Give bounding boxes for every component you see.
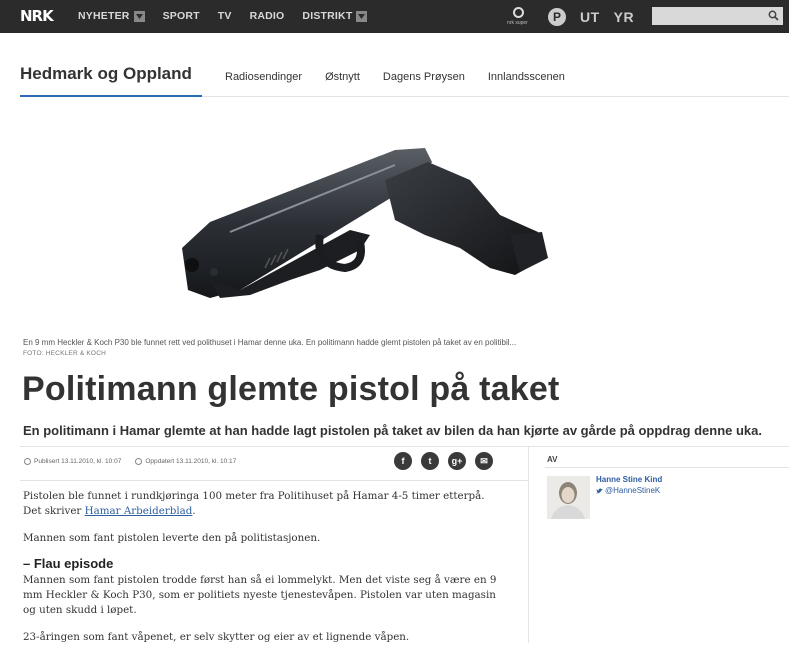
author-twitter[interactable]: @HanneStineK [596, 486, 660, 495]
section-subnav: Radiosendinger Østnytt Dagens Prøysen In… [225, 71, 588, 83]
twitter-share-icon[interactable]: t [421, 452, 439, 470]
chevron-down-icon [356, 10, 368, 22]
nav-item-radio[interactable]: RADIO [250, 10, 285, 22]
subnav-ostnytt[interactable]: Østnytt [325, 71, 360, 83]
nav-label: TV [217, 10, 232, 22]
paragraph: Pistolen ble funnet i rundkjøringa 100 m… [23, 490, 485, 517]
avatar[interactable] [547, 476, 590, 519]
nrk-logo[interactable]: NRK [20, 7, 54, 25]
super-label: nrk super [507, 20, 528, 26]
email-share-icon[interactable]: ✉ [475, 452, 493, 470]
chevron-down-icon [133, 10, 145, 22]
subheading: – Flau episode [23, 556, 114, 571]
twitter-icon [596, 488, 603, 493]
search-input[interactable] [652, 7, 783, 25]
published-date: Publisert 13.11.2010, kl. 10:07 [24, 458, 121, 465]
nav-label: NYHETER [78, 10, 130, 22]
paragraph: Mannen som fant pistolen trodde først ha… [23, 574, 497, 616]
clock-icon [24, 458, 31, 465]
divider [545, 467, 789, 468]
hamar-arbeiderblad-link[interactable]: Hamar Arbeiderblad [85, 505, 193, 517]
paragraph: Mannen som fant pistolen leverte den på … [23, 532, 321, 544]
search-icon[interactable] [768, 10, 779, 21]
subnav-innlandsscenen[interactable]: Innlandsscenen [488, 71, 565, 83]
author-handle: @HanneStineK [605, 486, 661, 495]
column-divider [528, 446, 529, 643]
divider [20, 446, 789, 447]
ut-link[interactable]: UT [580, 9, 600, 25]
section-header: Hedmark og Oppland [20, 64, 192, 84]
pistol-photo [182, 148, 548, 298]
top-navigation-bar: NRK NYHETER SPORT TV RADIO DISTRIKT nrk … [0, 0, 789, 33]
image-caption: En 9 mm Heckler & Koch P30 ble funnet re… [23, 338, 517, 347]
subnav-dagens-proysen[interactable]: Dagens Prøysen [383, 71, 465, 83]
nav-item-sport[interactable]: SPORT [163, 10, 200, 22]
divider [20, 480, 528, 481]
nav-item-distrikt[interactable]: DISTRIKT [302, 10, 368, 22]
logo-text: NRK [20, 7, 54, 25]
author-name[interactable]: Hanne Stine Kind [596, 475, 662, 484]
p3-icon[interactable]: P [548, 8, 566, 26]
yr-link[interactable]: YR [614, 9, 634, 25]
nrk-super-icon[interactable]: nrk super [507, 6, 530, 28]
nav-label: RADIO [249, 10, 285, 22]
clock-icon [135, 458, 143, 465]
updated-date: Oppdatert 13.11.2010, kl. 10:17 [135, 458, 236, 465]
main-nav: NYHETER SPORT TV RADIO DISTRIKT [78, 10, 385, 22]
nav-label: DISTRIKT [302, 10, 353, 22]
author-label: AV [547, 455, 558, 464]
article-lead: En politimann i Hamar glemte at han hadd… [23, 423, 762, 438]
share-buttons: f t g+ ✉ [394, 452, 493, 470]
image-credit: FOTO: HECKLER & KOCH [23, 350, 106, 357]
nav-label: SPORT [162, 10, 200, 22]
subnav-radiosendinger[interactable]: Radiosendinger [225, 71, 302, 83]
nav-item-tv[interactable]: TV [218, 10, 232, 22]
service-links: nrk super P UT YR [507, 6, 634, 28]
section-title[interactable]: Hedmark og Oppland [20, 64, 192, 84]
article-body: Pistolen ble funnet i rundkjøringa 100 m… [23, 489, 503, 657]
article-meta: Publisert 13.11.2010, kl. 10:07 Oppdater… [24, 458, 236, 465]
google-plus-share-icon[interactable]: g+ [448, 452, 466, 470]
active-underline [20, 95, 202, 97]
facebook-share-icon[interactable]: f [394, 452, 412, 470]
article-title: Politimann glemte pistol på taket [22, 370, 560, 408]
nav-item-nyheter[interactable]: NYHETER [78, 10, 145, 22]
